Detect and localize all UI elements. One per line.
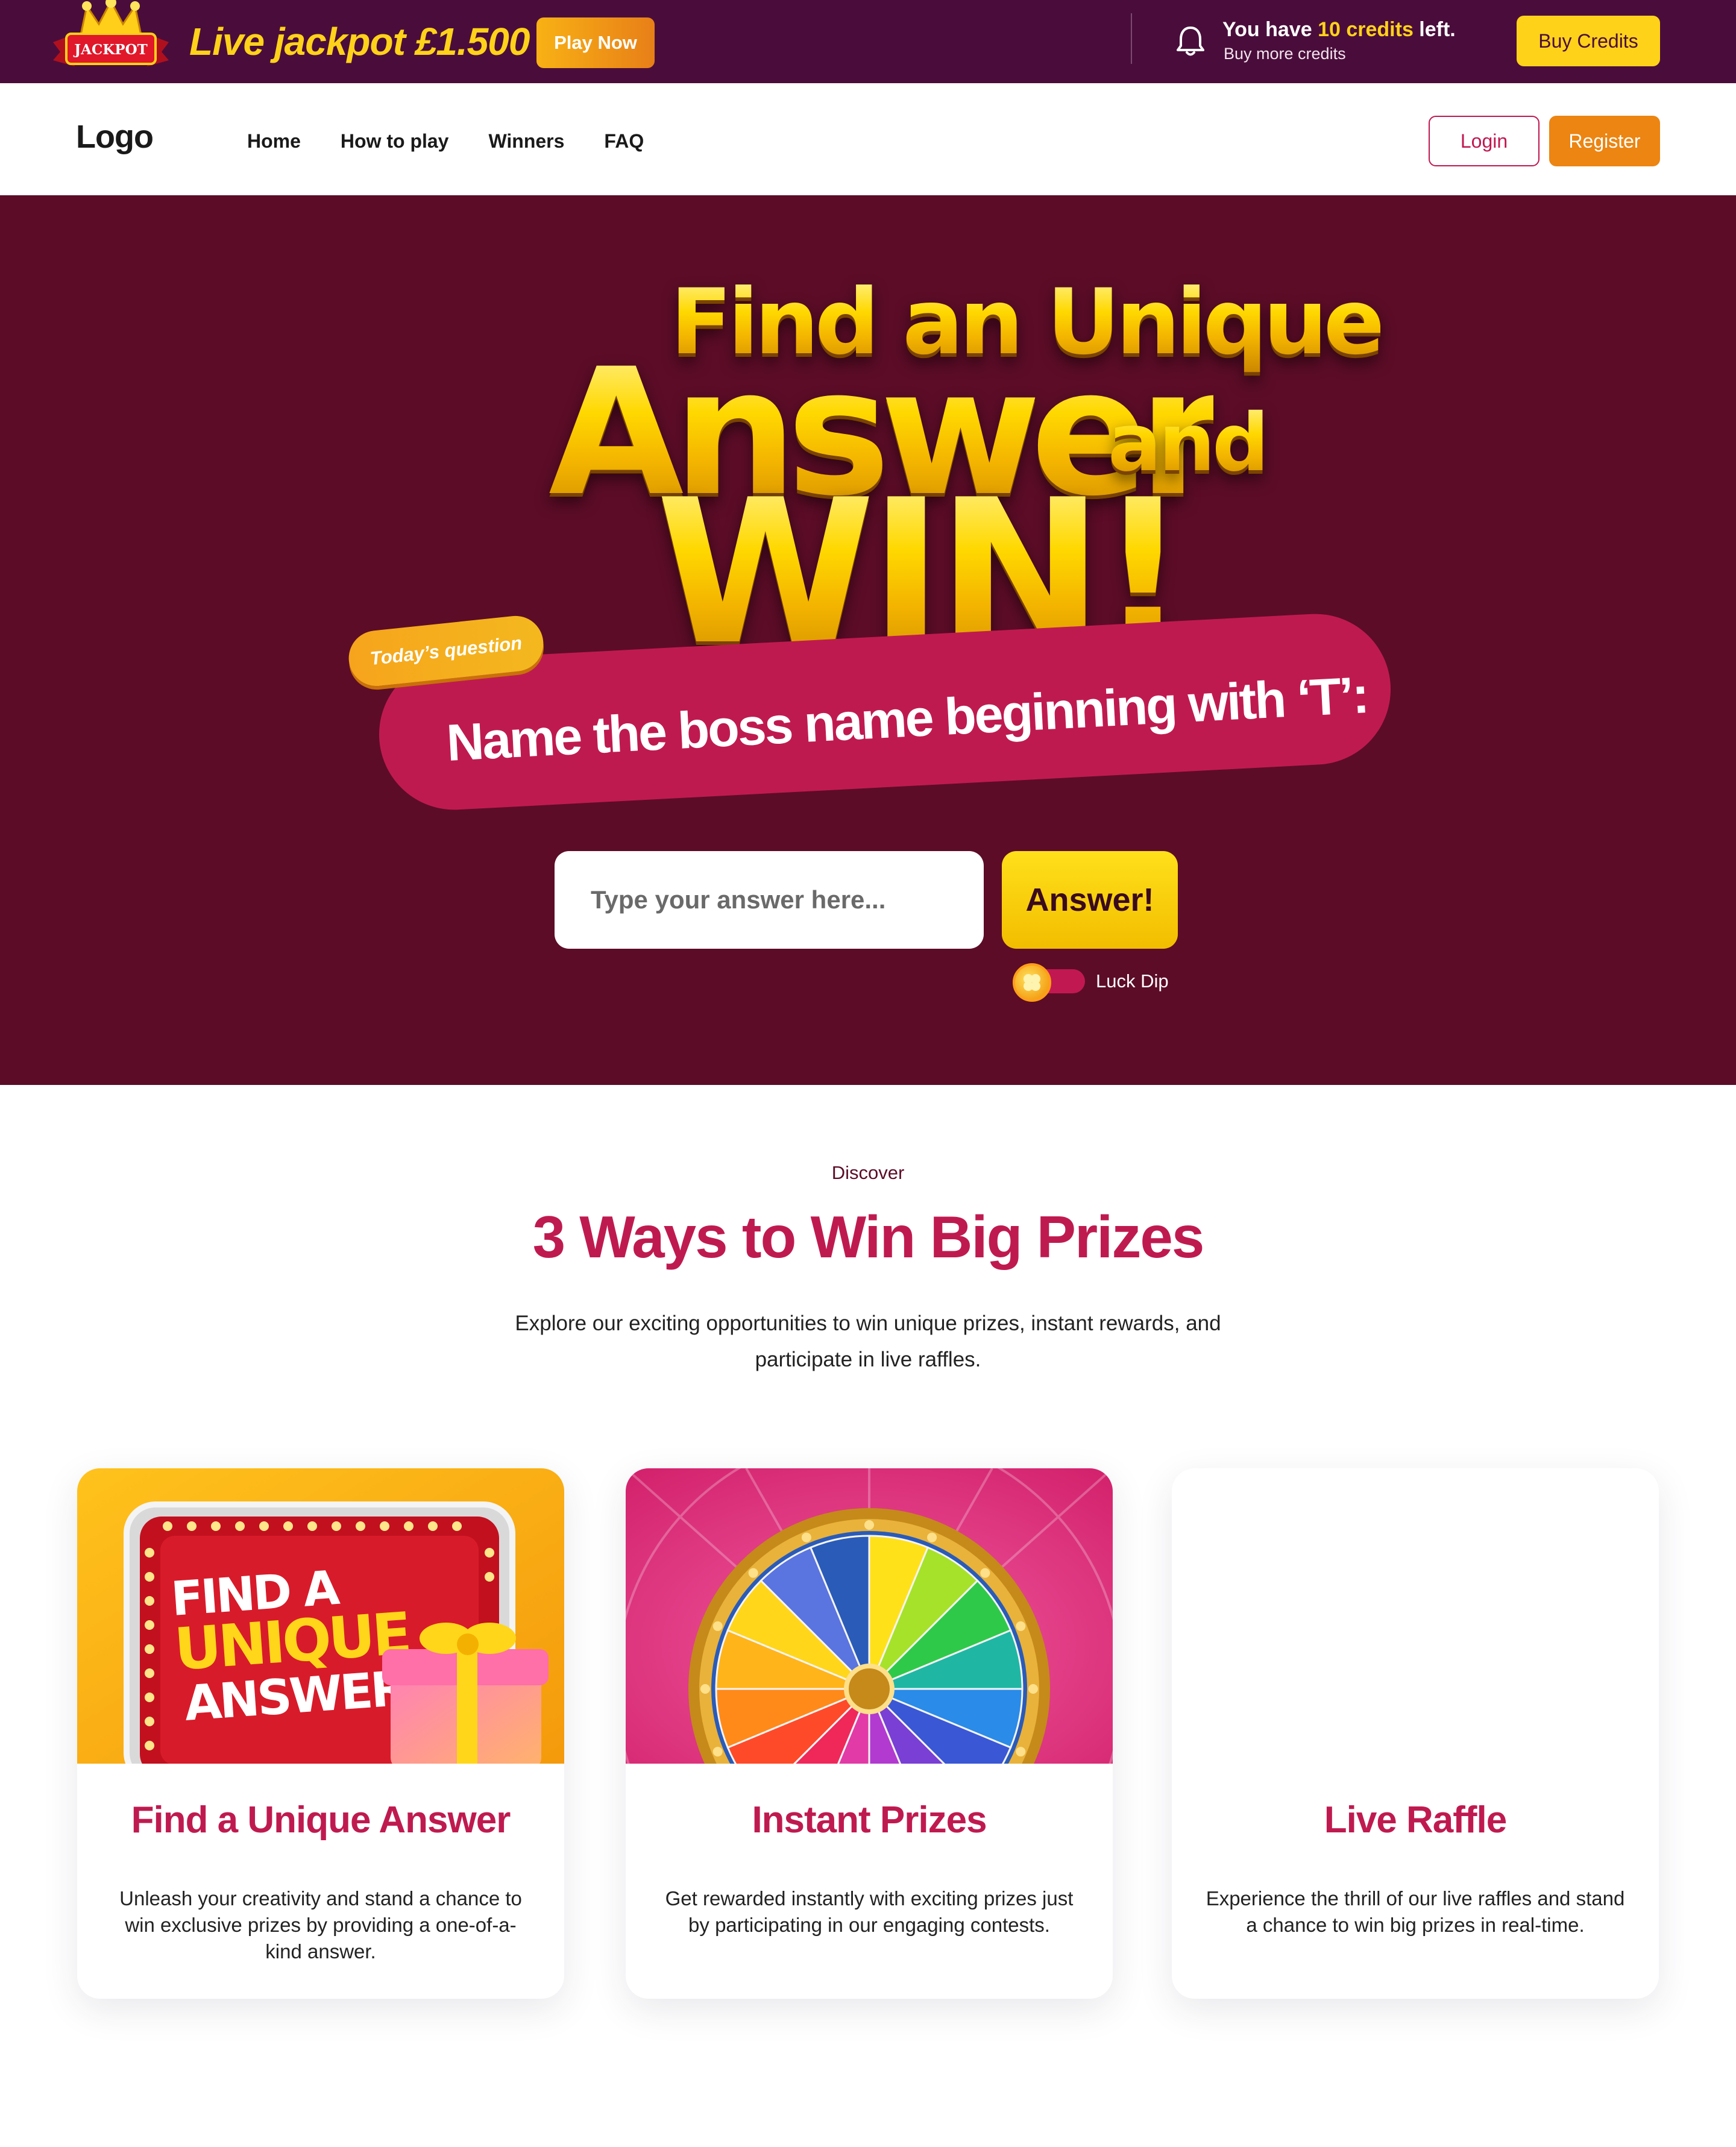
live-jackpot-amount: Live jackpot £1.500 [189,20,530,63]
card-instant-prizes[interactable]: Instant Prizes Get rewarded instantly wi… [626,1468,1113,1999]
credits-prefix: You have [1222,18,1318,41]
card-title: Live Raffle [1324,1799,1508,1841]
answer-button[interactable]: Answer! [1002,851,1178,949]
credits-status: You have 10 credits left. [1222,18,1456,42]
wheel-peg [864,1520,874,1530]
buy-more-credits-link[interactable]: Buy more credits [1224,45,1346,63]
card-description: Experience the thrill of our live raffle… [1206,1887,1625,1936]
card-live-raffle[interactable]: Live Raffle Experience the thrill of our… [1172,1468,1659,1999]
wheel-peg [1016,1621,1026,1631]
nav-link-faq[interactable]: FAQ [604,130,644,152]
svg-text:JACKPOT: JACKPOT [73,42,147,58]
find-unique-answer-image: FIND A UNIQUE ANSWER [77,1468,564,1764]
live-raffle-image [1172,1468,1659,1764]
jackpot-badge-icon: JACKPOT [53,0,169,66]
credits-amount: 10 credits [1318,18,1414,41]
wheel-peg [980,1568,990,1578]
section-eyebrow: Discover [831,1162,905,1183]
promo-bar: JACKPOT Live jackpot £1.500 Play Now You… [0,0,1736,83]
answer-input[interactable] [555,851,984,949]
card-title: Find a Unique Answer [131,1799,511,1841]
wheel-peg [1016,1747,1026,1757]
nav-link-home[interactable]: Home [247,130,301,152]
section-description: Explore our exciting opportunities to wi… [515,1312,1221,1371]
card-find-unique-answer[interactable]: FIND A UNIQUE ANSWER Find a Unique Answe… [77,1468,564,1999]
wheel-peg [712,1621,723,1631]
login-button[interactable]: Login [1429,116,1539,166]
prize-wheel-icon [626,1468,1113,1764]
card-description: Get rewarded instantly with exciting pri… [665,1887,1074,1936]
wheel-peg [927,1532,937,1542]
wheel-peg [801,1532,811,1542]
card-title: Instant Prizes [752,1799,987,1841]
play-now-button[interactable]: Play Now [536,17,655,68]
nav-links: Home How to play Winners FAQ [247,130,644,152]
register-button[interactable]: Register [1549,116,1660,166]
nav-link-winners[interactable]: Winners [488,130,564,152]
topbar-divider [1131,13,1132,64]
wheel-peg [748,1568,758,1578]
bell-icon[interactable] [1175,24,1206,58]
wheel-peg [712,1747,723,1757]
main-nav: Logo Home How to play Winners FAQ Login … [0,83,1736,195]
nav-link-how-to-play[interactable]: How to play [341,130,449,152]
lucky-dip-label: Luck Dip [1096,970,1169,992]
clover-icon[interactable] [1013,963,1051,1002]
credits-suffix: left. [1413,18,1456,41]
logo[interactable]: Logo [76,118,154,156]
buy-credits-button[interactable]: Buy Credits [1517,16,1660,66]
hero-section: Find an Unique Answer and WIN! Name the … [0,195,1736,1085]
card-description: Unleash your creativity and stand a chan… [119,1887,522,1963]
wheel-peg [700,1684,710,1694]
wheel-peg [1028,1684,1038,1694]
section-title: 3 Ways to Win Big Prizes [532,1204,1205,1270]
